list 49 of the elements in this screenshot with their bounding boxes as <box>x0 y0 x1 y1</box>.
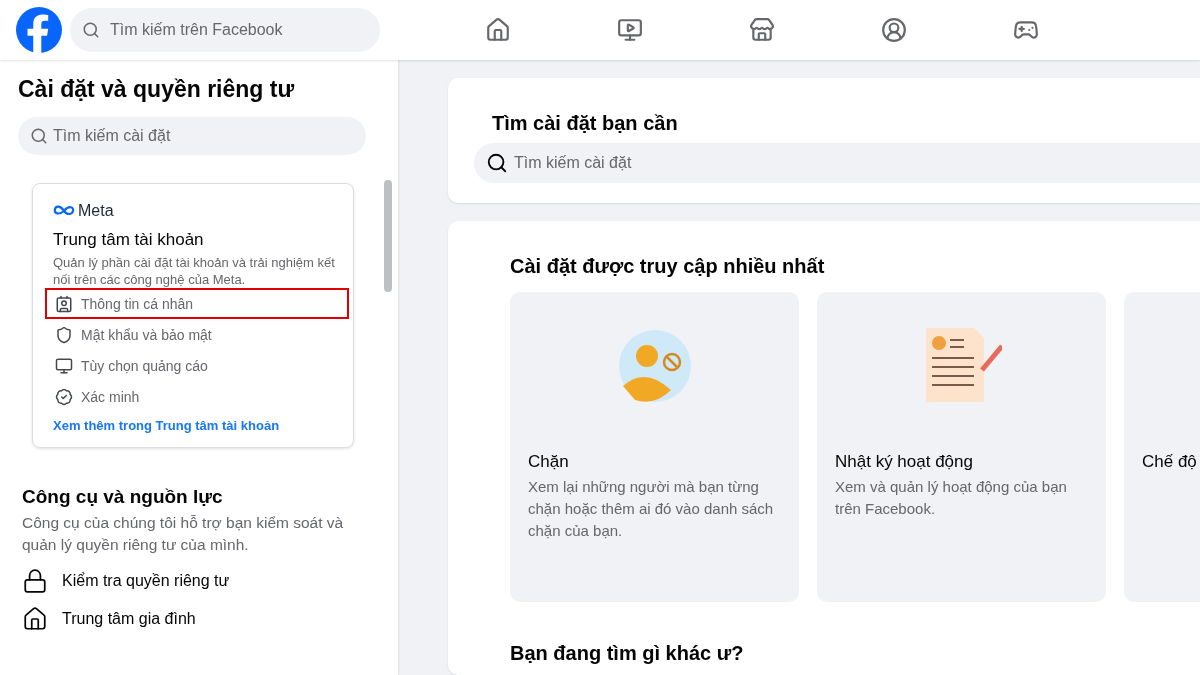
menu-item[interactable]: Xác minh <box>45 381 349 412</box>
infinity-logo-icon <box>53 205 75 217</box>
menu-item-label: Mật khẩu và bảo mật <box>81 326 212 343</box>
tile-title: Chế độ <box>1142 452 1198 472</box>
tool-item[interactable]: Kiểm tra quyền riêng tư <box>22 568 366 594</box>
store-icon <box>749 17 775 43</box>
tile-description: Xem lại những người mà bạn từng chặn hoặc thêm ai đó vào danh sách chặn của bạn. <box>528 477 775 541</box>
section-heading: Bạn đang tìm gì khác ư? <box>510 642 745 665</box>
verified-check-icon <box>55 387 73 406</box>
card-description: Quản lý phần cài đặt tài khoản và trải nghiệm kết nối trên các công nghệ của Meta. <box>53 254 336 288</box>
facebook-logo[interactable] <box>16 7 62 53</box>
brand-name: Meta <box>78 202 114 220</box>
menu-item-label: Xác minh <box>81 388 140 405</box>
people-icon <box>881 17 907 43</box>
settings-tile[interactable]: Nhật ký hoạt động Xem và quản lý hoạt động của bạn trên Facebook. <box>817 292 1106 602</box>
settings-search-field[interactable]: Tìm kiếm cài đặt <box>474 143 1200 183</box>
search-icon <box>30 127 48 145</box>
card-heading: Tìm cài đặt bạn cần <box>492 112 679 135</box>
section-title: Công cụ và nguồn lực <box>22 486 224 508</box>
card-title: Trung tâm tài khoản <box>53 230 205 250</box>
settings-tile[interactable]: Chặn Xem lại những người mà bạn từng chặn hoặc thêm ai đó vào danh sách chặn của bạn. <box>510 292 799 602</box>
search-field[interactable]: Tìm kiếm trên Facebook <box>70 8 380 52</box>
scrollbar-thumb[interactable] <box>384 180 392 292</box>
tool-label: Kiểm tra quyền riêng tư <box>62 572 230 590</box>
tool-item[interactable]: Trung tâm gia đình <box>22 606 366 632</box>
monitor-icon <box>55 356 73 375</box>
shield-icon <box>55 325 73 344</box>
sidebar-title: Cài đặt và quyền riêng tư <box>18 76 296 103</box>
tool-label: Trung tâm gia đình <box>62 610 196 628</box>
lock-icon <box>22 568 48 594</box>
search-icon <box>486 152 508 174</box>
highlighted-menu-item[interactable]: Thông tin cá nhân <box>45 288 349 319</box>
menu-item-label: Thông tin cá nhân <box>81 295 194 312</box>
settings-search-field[interactable]: Tìm kiếm cài đặt <box>18 117 366 155</box>
tile-title: Chặn <box>528 452 570 472</box>
id-card-icon <box>55 294 73 313</box>
section-description: Công cụ của chúng tôi hỗ trợ bạn kiểm soát và quản lý quyền riêng tư của mình. <box>22 513 345 555</box>
menu-item[interactable]: Mật khẩu và bảo mật <box>45 319 349 350</box>
menu-item[interactable]: Tùy chọn quảng cáo <box>45 350 349 381</box>
search-icon <box>82 21 100 39</box>
see-more-link[interactable]: Xem thêm trong Trung tâm tài khoản <box>53 418 341 433</box>
tile-description: Xem và quản lý hoạt động của bạn trên Facebook. <box>835 477 1068 519</box>
settings-tile[interactable]: Chế độ <box>1124 292 1200 602</box>
card-heading: Cài đặt được truy cập nhiều nhất <box>510 255 826 278</box>
video-icon <box>617 17 643 43</box>
family-icon <box>22 606 48 632</box>
home-icon <box>485 17 511 43</box>
tile-title: Nhật ký hoạt động <box>835 452 974 472</box>
menu-item-label: Tùy chọn quảng cáo <box>81 357 208 374</box>
